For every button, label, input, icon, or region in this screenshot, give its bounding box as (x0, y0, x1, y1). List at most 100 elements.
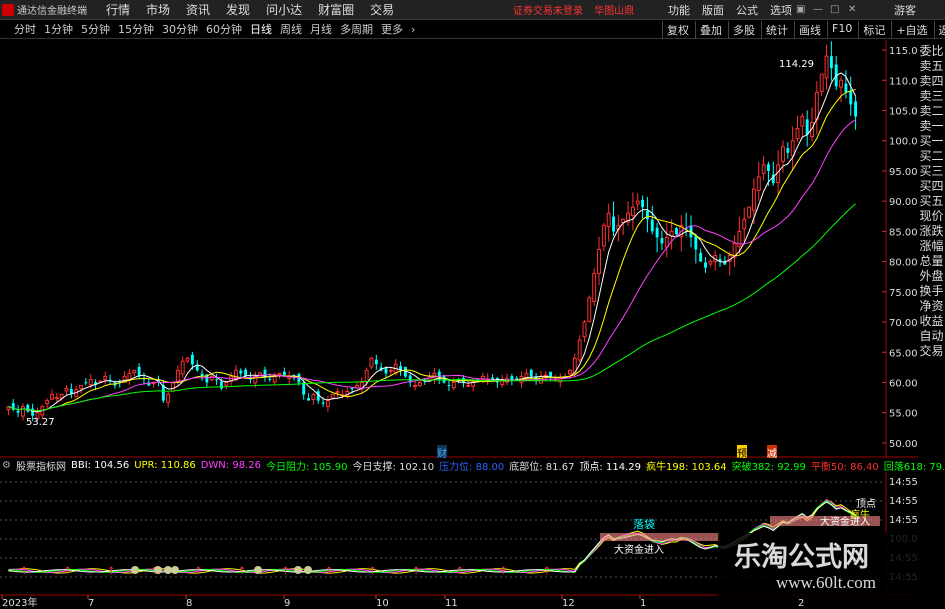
period-tab-more[interactable]: 更多 (377, 21, 407, 37)
chart-toolbar: 复权 叠加 多股 统计 画线 F10 标记 +自选 返回 (660, 21, 945, 39)
candle-body (650, 219, 654, 232)
menu-item-function[interactable]: 功能 (662, 2, 696, 18)
buy-arrow-icon: ↑ (64, 566, 72, 577)
period-tab-daily[interactable]: 日线 (246, 21, 276, 37)
menu-item-wealth[interactable]: 财富圈 (310, 1, 362, 18)
ma-line-5 (8, 72, 857, 413)
candle-body (287, 375, 292, 380)
app-logo[interactable]: 通达信金融终端 (0, 2, 98, 17)
buy-arrow-icon: ↑ (412, 566, 420, 577)
toolbar-overlay[interactable]: 叠加 (695, 21, 726, 39)
side-label[interactable]: 涨跌 (918, 224, 945, 239)
side-label[interactable]: 委比 (918, 44, 945, 59)
period-tab-weekly[interactable]: 周线 (276, 21, 306, 37)
guest-label[interactable]: 游客 (894, 2, 916, 18)
menu-item-ask[interactable]: 问小达 (258, 1, 310, 18)
candle-body (142, 378, 146, 380)
candle-body (175, 369, 180, 383)
side-label[interactable]: 卖四 (918, 74, 945, 89)
indicator-settings-icon[interactable]: ⚙ (2, 460, 11, 471)
period-tab-monthly[interactable]: 月线 (306, 21, 336, 37)
side-label[interactable]: 卖二 (918, 104, 945, 119)
period-tab-intraday[interactable]: 分时 (10, 21, 40, 37)
menu-item-market[interactable]: 市场 (138, 1, 178, 18)
ind-band (600, 533, 720, 541)
indicator-value: BBI: 104.56 (70, 459, 130, 471)
candle-body (790, 140, 795, 157)
candle-body (171, 381, 175, 392)
candle-body (476, 378, 480, 380)
candle-body (79, 384, 83, 389)
candle-body (601, 224, 606, 247)
candle-body (137, 366, 141, 377)
period-tab-30min[interactable]: 30分钟 (158, 21, 202, 37)
candle-body (669, 230, 674, 237)
toolbar-back[interactable]: 返回 (933, 21, 945, 39)
menu-item-quotes[interactable]: 行情 (98, 1, 138, 18)
candle-body (756, 176, 761, 191)
side-label[interactable]: 收益 (918, 314, 945, 329)
candle-body (302, 382, 306, 395)
side-label[interactable]: 自动 (918, 329, 945, 344)
candle-body (572, 357, 577, 374)
side-label[interactable]: 买四 (918, 179, 945, 194)
toolbar-draw[interactable]: 画线 (794, 21, 825, 39)
side-label[interactable]: 卖五 (918, 59, 945, 74)
settings-icon[interactable]: ⚙ (76, 43, 85, 54)
period-tab-5min[interactable]: 5分钟 (77, 21, 114, 37)
side-label[interactable]: 涨幅 (918, 239, 945, 254)
candle-body (704, 262, 707, 268)
candle-body (737, 230, 742, 247)
toolbar-multi-stock[interactable]: 多股 (728, 21, 759, 39)
side-label[interactable]: 卖三 (918, 89, 945, 104)
period-tab-15min[interactable]: 15分钟 (114, 21, 158, 37)
menu-item-news[interactable]: 资讯 (178, 1, 218, 18)
side-label[interactable]: 买一 (918, 134, 945, 149)
candle-body (606, 212, 611, 227)
kline-chart: 115.00110.0105.0100.095.0090.0085.0080.0… (0, 40, 924, 609)
side-label[interactable]: 交易 (918, 344, 945, 359)
candle-body (786, 148, 790, 153)
candle-body (732, 242, 737, 258)
menu-item-layout[interactable]: 版面 (696, 2, 730, 18)
candle-body (94, 382, 98, 385)
menu-item-trade[interactable]: 交易 (362, 1, 402, 18)
candle-body (200, 373, 204, 377)
toolbar-f10[interactable]: F10 (827, 21, 856, 39)
menu-item-formula[interactable]: 公式 (730, 2, 764, 18)
side-label[interactable]: 现价 (918, 209, 945, 224)
menu-item-discover[interactable]: 发现 (218, 1, 258, 18)
toolbar-fuquan[interactable]: 复权 (662, 21, 693, 39)
period-tab-1min[interactable]: 1分钟 (40, 21, 77, 37)
side-label[interactable]: 换手 (918, 284, 945, 299)
side-label[interactable]: 总量 (918, 254, 945, 269)
window-minimize-icon[interactable]: — (813, 4, 823, 15)
candle-body (582, 321, 587, 338)
more-chevron-icon[interactable]: › (407, 23, 419, 36)
window-maximize-icon[interactable]: □ (830, 4, 839, 15)
side-label[interactable]: 净资 (918, 299, 945, 314)
x-tick-label: 1 (640, 598, 646, 609)
candle-body (480, 375, 485, 381)
ind-y-tick-label: 14:55 (889, 496, 918, 507)
y-tick-label: 70.00 (889, 318, 918, 329)
window-close-icon[interactable]: ✕ (848, 4, 856, 15)
side-label[interactable]: 卖一 (918, 119, 945, 134)
period-tab-multi[interactable]: 多周期 (336, 21, 377, 37)
candle-body (122, 375, 127, 383)
toolbar-add-watchlist[interactable]: +自选 (891, 21, 931, 39)
moneybag-icon (164, 566, 172, 574)
candle-body (466, 384, 471, 387)
x-tick-label: 8 (186, 598, 192, 609)
side-label[interactable]: 买三 (918, 164, 945, 179)
side-label[interactable]: 外盘 (918, 269, 945, 284)
toolbar-mark[interactable]: 标记 (858, 21, 889, 39)
menu-item-options[interactable]: 选项 (764, 2, 798, 18)
side-label[interactable]: 买二 (918, 149, 945, 164)
toolbar-stats[interactable]: 统计 (761, 21, 792, 39)
period-tab-60min[interactable]: 60分钟 (202, 21, 246, 37)
side-label[interactable]: 买五 (918, 194, 945, 209)
login-status[interactable]: 证券交易未登录 (513, 6, 583, 17)
window-restore-icon[interactable]: ▣ (796, 4, 805, 15)
candle-body (219, 381, 223, 389)
